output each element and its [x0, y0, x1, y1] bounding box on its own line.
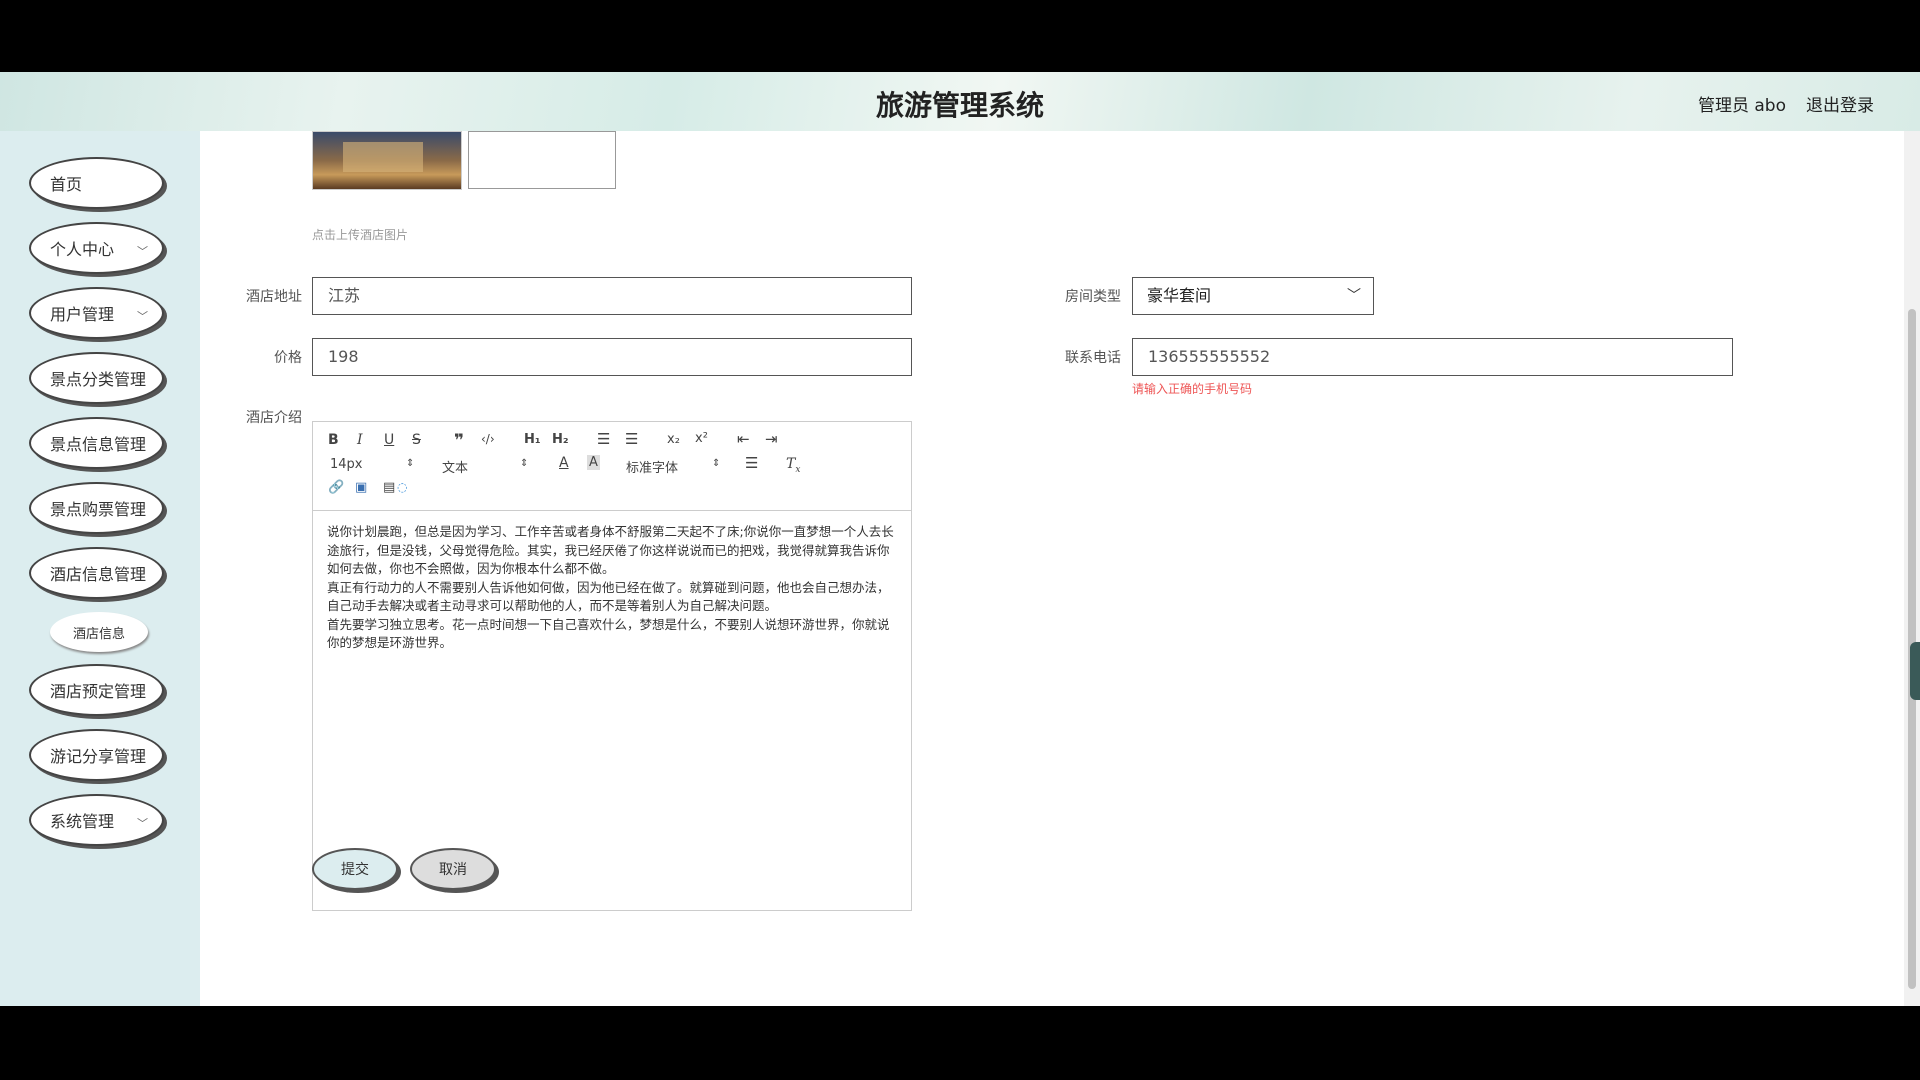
sidebar-item-label: 首页	[50, 175, 83, 194]
sidebar-item-label: 酒店信息管理	[50, 565, 147, 584]
font-family-select[interactable]: 标准字体 ⇕	[626, 457, 721, 476]
sidebar-item-system[interactable]: 系统管理 ﹀	[29, 794, 164, 846]
editor-toolbar: B I U S ❞ ‹/› H₁ H₂ ☰ ☰ x₂ x² ⇤ ⇥ 14px ⇕ …	[313, 422, 911, 511]
italic-icon[interactable]: I	[357, 432, 363, 448]
align-icon[interactable]: ☰	[745, 454, 758, 472]
sidebar-item-hotel-booking[interactable]: 酒店预定管理	[29, 664, 164, 716]
chevron-down-icon: ﹀	[137, 245, 148, 258]
heading2-icon[interactable]: H₂	[552, 432, 569, 447]
current-user: 管理员 abo	[1697, 96, 1786, 116]
header: 旅游管理系统 管理员 abo 退出登录	[0, 72, 1920, 131]
room-type-label: 房间类型	[1065, 289, 1121, 305]
address-input[interactable]: 江苏	[312, 277, 912, 315]
updown-icon: ⇕	[520, 458, 529, 469]
sidebar-item-label: 游记分享管理	[50, 747, 147, 766]
loading-spinner-icon: ◌	[397, 480, 408, 494]
image-icon[interactable]: ▣	[355, 480, 367, 495]
outdent-icon[interactable]: ⇤	[737, 430, 750, 448]
editor-content[interactable]: 说你计划晨跑，但总是因为学习、工作辛苦或者身体不舒服第二天起不了床;你说你一直梦…	[313, 511, 911, 665]
sidebar-subitem-hotel-info[interactable]: 酒店信息	[50, 612, 148, 652]
phone-label: 联系电话	[1065, 350, 1121, 366]
font-size-select[interactable]: 14px ⇕	[330, 457, 415, 472]
price-label: 价格	[274, 350, 302, 366]
sidebar-item-travel-notes[interactable]: 游记分享管理	[29, 729, 164, 781]
logout-link[interactable]: 退出登录	[1806, 91, 1874, 116]
underline-icon[interactable]: U	[384, 432, 394, 448]
format-value: 文本	[442, 461, 469, 476]
sidebar-item-label: 个人中心	[50, 240, 115, 259]
main-content: 点击上传酒店图片 酒店地址 江苏 房间类型 豪华套间 ﹀ 价格 198 联系电话 …	[200, 131, 1904, 1006]
chevron-down-icon: ﹀	[137, 310, 148, 323]
page-title: 旅游管理系统	[875, 89, 1044, 122]
heading1-icon[interactable]: H₁	[524, 432, 541, 447]
format-select[interactable]: 文本 ⇕	[442, 457, 529, 476]
room-type-select[interactable]: 豪华套间 ﹀	[1132, 277, 1374, 315]
sidebar-item-user-management[interactable]: 用户管理 ﹀	[29, 287, 164, 339]
superscript-icon[interactable]: x²	[695, 431, 708, 446]
hotel-building	[343, 142, 423, 172]
phone-error: 请输入正确的手机号码	[1132, 382, 1253, 396]
indent-icon[interactable]: ⇥	[765, 430, 778, 448]
video-icon[interactable]: ▤	[383, 480, 395, 495]
phone-input[interactable]: 136555555552	[1132, 338, 1733, 376]
submit-button[interactable]: 提交	[312, 848, 398, 890]
sidebar-item-label: 景点分类管理	[50, 370, 147, 389]
font-color-icon[interactable]: A	[559, 455, 569, 471]
font-size-value: 14px	[330, 457, 363, 472]
updown-icon: ⇕	[406, 458, 415, 469]
address-label: 酒店地址	[246, 289, 302, 305]
updown-icon: ⇕	[712, 458, 721, 469]
side-panel-handle[interactable]	[1910, 642, 1920, 700]
font-family-value: 标准字体	[626, 461, 679, 476]
cancel-button[interactable]: 取消	[410, 848, 496, 890]
upload-hint: 点击上传酒店图片	[312, 228, 409, 242]
room-type-value: 豪华套间	[1147, 286, 1212, 305]
strikethrough-icon[interactable]: S	[412, 432, 421, 448]
code-icon[interactable]: ‹/›	[481, 432, 495, 446]
blockquote-icon[interactable]: ❞	[454, 431, 464, 451]
sidebar-item-spot-info[interactable]: 景点信息管理	[29, 417, 164, 469]
sidebar-item-hotel-info[interactable]: 酒店信息管理	[29, 547, 164, 599]
scrollbar[interactable]	[1904, 131, 1920, 1006]
sidebar-item-label: 景点信息管理	[50, 435, 147, 454]
sidebar-item-label: 用户管理	[50, 305, 115, 324]
sidebar-item-label: 酒店预定管理	[50, 682, 147, 701]
app-window: 旅游管理系统 管理员 abo 退出登录 首页 个人中心 ﹀ 用户管理 ﹀ 景点分类管…	[0, 72, 1920, 1006]
price-input[interactable]: 198	[312, 338, 912, 376]
sidebar-item-personal-center[interactable]: 个人中心 ﹀	[29, 222, 164, 274]
image-upload-box[interactable]	[468, 131, 616, 189]
sidebar: 首页 个人中心 ﹀ 用户管理 ﹀ 景点分类管理 景点信息管理 景点购票管理 酒店信息…	[0, 131, 200, 1006]
intro-paragraph: 说你计划晨跑，但总是因为学习、工作辛苦或者身体不舒服第二天起不了床;你说你一直梦…	[327, 524, 894, 576]
bold-icon[interactable]: B	[328, 432, 339, 448]
rich-text-editor: B I U S ❞ ‹/› H₁ H₂ ☰ ☰ x₂ x² ⇤ ⇥ 14px ⇕ …	[312, 421, 912, 911]
bullet-list-icon[interactable]: ☰	[625, 430, 638, 448]
ordered-list-icon[interactable]: ☰	[597, 430, 610, 448]
chevron-down-icon: ﹀	[1347, 288, 1361, 304]
intro-label: 酒店介绍	[246, 410, 302, 426]
link-icon[interactable]: 🔗	[328, 480, 344, 495]
subscript-icon[interactable]: x₂	[667, 432, 680, 447]
background-color-icon[interactable]: A	[587, 455, 600, 470]
intro-paragraph: 首先要学习独立思考。花一点时间想一下自己喜欢什么，梦想是什么，不要别人说想环游世…	[327, 616, 890, 651]
intro-paragraph: 真正有行动力的人不需要别人告诉他如何做，因为他已经在做了。就算碰到问题，他也会自…	[327, 579, 890, 614]
sidebar-item-spot-ticket[interactable]: 景点购票管理	[29, 482, 164, 534]
chevron-down-icon: ﹀	[137, 817, 148, 830]
hotel-image-thumbnail[interactable]	[312, 131, 462, 190]
sidebar-item-home[interactable]: 首页	[29, 157, 164, 209]
sidebar-item-label: 景点购票管理	[50, 500, 147, 519]
sidebar-item-spot-category[interactable]: 景点分类管理	[29, 352, 164, 404]
sidebar-item-label: 系统管理	[50, 812, 115, 831]
clear-format-icon[interactable]: Tx	[786, 456, 800, 475]
